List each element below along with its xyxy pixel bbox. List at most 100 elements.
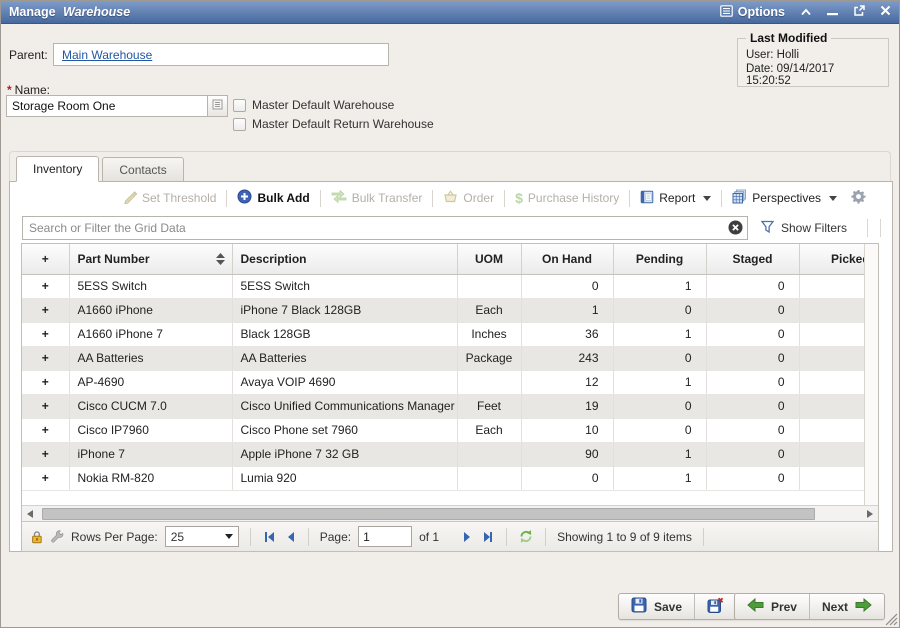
save-and-close-button[interactable] [694, 594, 736, 619]
table-row[interactable]: +AA BatteriesAA BatteriesPackage24300 [22, 346, 864, 370]
page-number-input[interactable] [358, 526, 412, 547]
close-button[interactable] [880, 5, 891, 19]
table-row[interactable]: +5ESS Switch5ESS Switch010 [22, 274, 864, 298]
cell-part: 5ESS Switch [69, 274, 232, 298]
cell-staged: 0 [706, 274, 799, 298]
next-button[interactable]: Next [809, 594, 884, 619]
show-filters-button[interactable]: Show Filters [760, 220, 847, 237]
save-button[interactable]: Save [619, 594, 694, 619]
table-row[interactable]: +A1660 iPhone 7Black 128GBInches3610 [22, 322, 864, 346]
row-expand-cell[interactable]: + [22, 298, 69, 322]
lock-icon[interactable] [30, 530, 43, 544]
options-label: Options [738, 5, 785, 19]
options-menu-icon [720, 5, 733, 20]
set-threshold-button[interactable]: Set Threshold [116, 187, 224, 209]
gear-icon [851, 189, 866, 207]
last-modified-user: User: Holli [746, 49, 880, 61]
search-input[interactable] [22, 216, 748, 240]
header-picked-up[interactable]: Picked Up [799, 244, 864, 274]
grid-settings-button[interactable] [844, 187, 873, 209]
tab-contacts[interactable]: Contacts [102, 157, 183, 182]
header-part-number[interactable]: Part Number [69, 244, 232, 274]
row-expand-cell[interactable]: + [22, 370, 69, 394]
table-row[interactable]: +AP-4690Avaya VOIP 46901210 [22, 370, 864, 394]
scrollbar-thumb[interactable] [42, 508, 815, 520]
cell-pending: 0 [613, 418, 706, 442]
header-staged[interactable]: Staged [706, 244, 799, 274]
cell-staged: 0 [706, 442, 799, 466]
row-expand-cell[interactable]: + [22, 346, 69, 370]
scroll-left-button[interactable] [22, 506, 38, 521]
row-expand-cell[interactable]: + [22, 442, 69, 466]
row-expand-cell[interactable]: + [22, 466, 69, 490]
bulk-add-button[interactable]: Bulk Add [230, 187, 316, 209]
wrench-icon[interactable] [50, 530, 64, 544]
page-label: Page: [320, 530, 351, 544]
rows-per-page-label: Rows Per Page: [71, 530, 158, 544]
cell-staged: 0 [706, 394, 799, 418]
master-default-warehouse-checkbox[interactable] [233, 99, 246, 112]
clear-search-button[interactable] [728, 220, 743, 235]
order-button[interactable]: Order [436, 187, 501, 209]
first-page-button[interactable] [262, 530, 276, 544]
resize-grip[interactable] [885, 613, 898, 626]
perspectives-dropdown-button[interactable]: Perspectives [725, 187, 844, 209]
report-dropdown-button[interactable]: Report [633, 187, 718, 209]
row-expand-cell[interactable]: + [22, 418, 69, 442]
master-default-return-warehouse-checkbox[interactable] [233, 118, 246, 131]
sort-icon[interactable] [216, 253, 225, 265]
popout-button[interactable] [853, 5, 865, 20]
cell-uom: Each [457, 418, 521, 442]
scroll-right-button[interactable] [862, 506, 878, 521]
tab-inventory[interactable]: Inventory [16, 156, 99, 182]
last-modified-panel: Last Modified User: Holli Date: 09/14/20… [737, 31, 889, 87]
cell-staged: 0 [706, 418, 799, 442]
master-default-warehouse-label: Master Default Warehouse [252, 98, 394, 112]
dollar-icon: $ [515, 191, 523, 205]
bulk-transfer-button[interactable]: Bulk Transfer [324, 187, 430, 209]
row-expand-cell[interactable]: + [22, 394, 69, 418]
header-uom[interactable]: UOM [457, 244, 521, 274]
dropdown-arrow-icon [225, 534, 233, 539]
minimize-button[interactable] [827, 5, 838, 19]
cell-picked-up [799, 442, 864, 466]
rows-per-page-select[interactable]: 25 [165, 526, 239, 547]
header-description[interactable]: Description [232, 244, 457, 274]
cell-uom: Each [457, 298, 521, 322]
name-input[interactable] [7, 96, 207, 116]
row-expand-cell[interactable]: + [22, 274, 69, 298]
name-lookup-trigger-button[interactable] [207, 96, 227, 116]
parent-warehouse-link[interactable]: Main Warehouse [62, 48, 152, 62]
basket-icon [443, 190, 458, 206]
last-page-button[interactable] [481, 530, 495, 544]
table-row[interactable]: +A1660 iPhoneiPhone 7 Black 128GBEach100 [22, 298, 864, 322]
collapse-button[interactable] [800, 5, 812, 19]
parent-field: Main Warehouse [53, 43, 389, 66]
grid-header-row: + Part Number Description UOM On Hand Pe… [22, 244, 864, 274]
row-expand-cell[interactable]: + [22, 322, 69, 346]
prev-page-button[interactable] [283, 530, 297, 544]
table-row[interactable]: +iPhone 7Apple iPhone 7 32 GB9010 [22, 442, 864, 466]
horizontal-scrollbar [22, 505, 878, 521]
cell-desc: Avaya VOIP 4690 [232, 370, 457, 394]
vertical-scrollbar[interactable] [864, 244, 878, 505]
header-on-hand[interactable]: On Hand [521, 244, 613, 274]
header-pending[interactable]: Pending [613, 244, 706, 274]
cell-pending: 1 [613, 466, 706, 490]
options-button[interactable]: Options [720, 5, 785, 20]
table-row[interactable]: +Cisco IP7960Cisco Phone set 7960Each100… [22, 418, 864, 442]
table-row[interactable]: +Cisco CUCM 7.0Cisco Unified Communicati… [22, 394, 864, 418]
purchase-history-button[interactable]: $ Purchase History [508, 187, 626, 209]
cell-uom [457, 274, 521, 298]
cell-pending: 0 [613, 346, 706, 370]
window-title: Manage Warehouse [9, 5, 130, 19]
refresh-icon[interactable] [518, 529, 534, 544]
page-of-label: of 1 [419, 530, 439, 544]
next-page-button[interactable] [460, 530, 474, 544]
master-default-return-warehouse-label: Master Default Return Warehouse [252, 117, 434, 131]
cell-desc: 5ESS Switch [232, 274, 457, 298]
report-book-icon [640, 190, 654, 207]
prev-button[interactable]: Prev [735, 594, 809, 619]
grid-toolbar: Set Threshold Bulk Add Bulk Transfer Ord… [11, 183, 891, 213]
table-row[interactable]: +Nokia RM-820Lumia 920010 [22, 466, 864, 490]
